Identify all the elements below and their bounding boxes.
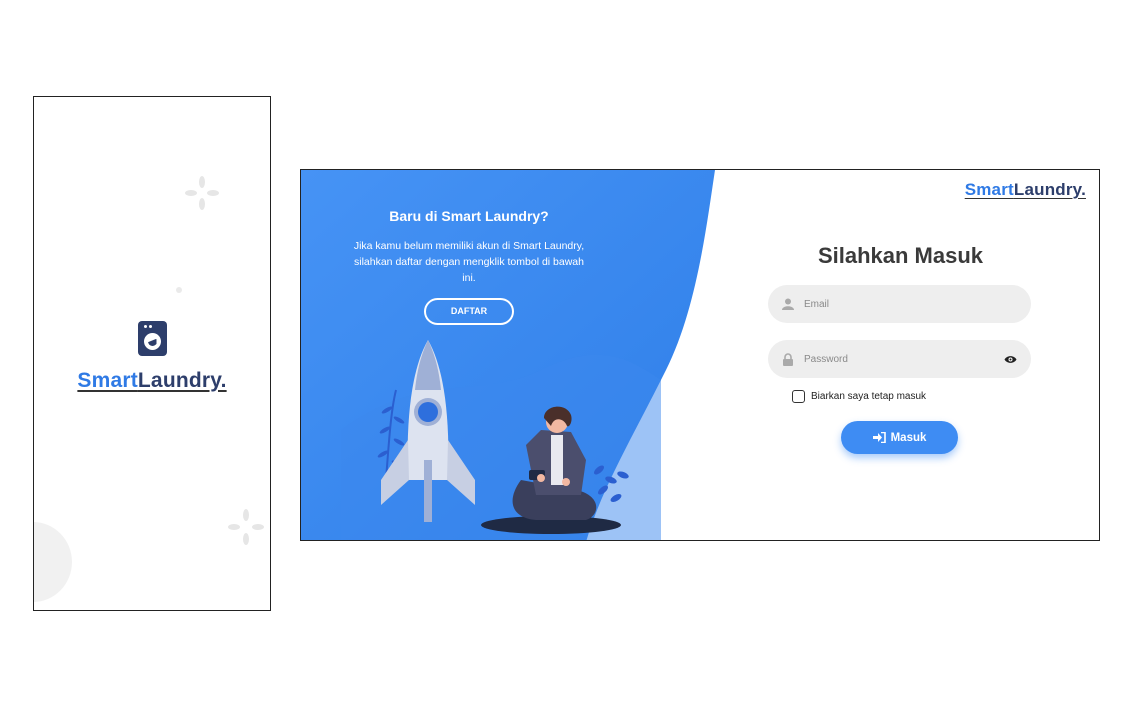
remember-me-checkbox[interactable]: Biarkan saya tetap masuk bbox=[786, 390, 926, 403]
sign-in-icon bbox=[872, 432, 886, 443]
email-field[interactable] bbox=[768, 285, 1031, 323]
brand-logo[interactable]: SmartLaundry. bbox=[965, 180, 1086, 200]
dot-decoration bbox=[176, 287, 182, 293]
login-title: Silahkan Masuk bbox=[817, 243, 984, 268]
rocket-person-illustration bbox=[377, 340, 629, 534]
remember-me-label: Biarkan saya tetap masuk bbox=[811, 391, 927, 402]
checkbox-box[interactable] bbox=[792, 390, 805, 403]
promo-title: Baru di Smart Laundry? bbox=[389, 208, 549, 224]
lock-icon bbox=[783, 352, 793, 366]
splash-logo: SmartLaundry. bbox=[34, 321, 270, 393]
login-button[interactable]: Masuk bbox=[841, 421, 958, 454]
login-button-label: Masuk bbox=[890, 431, 927, 444]
mobile-splash-screen: SmartLaundry. bbox=[33, 96, 271, 611]
eye-icon[interactable] bbox=[1004, 355, 1017, 364]
background-circle bbox=[34, 522, 72, 602]
brand-wordmark: SmartLaundry. bbox=[77, 369, 227, 392]
washing-machine-icon bbox=[137, 321, 167, 356]
register-button[interactable]: DAFTAR bbox=[424, 298, 514, 325]
promo-text: Jika kamu belum memiliki akun di Smart L… bbox=[353, 240, 585, 284]
sparkle-decoration bbox=[185, 176, 219, 210]
password-input[interactable] bbox=[804, 353, 1004, 365]
password-field[interactable] bbox=[768, 340, 1031, 378]
sparkle-decoration bbox=[228, 509, 264, 545]
signup-promo: Baru di Smart Laundry? Jika kamu belum m… bbox=[349, 208, 589, 325]
desktop-login-page: Baru di Smart Laundry? Jika kamu belum m… bbox=[300, 169, 1100, 541]
user-icon bbox=[782, 298, 794, 310]
email-input[interactable] bbox=[804, 298, 1017, 310]
